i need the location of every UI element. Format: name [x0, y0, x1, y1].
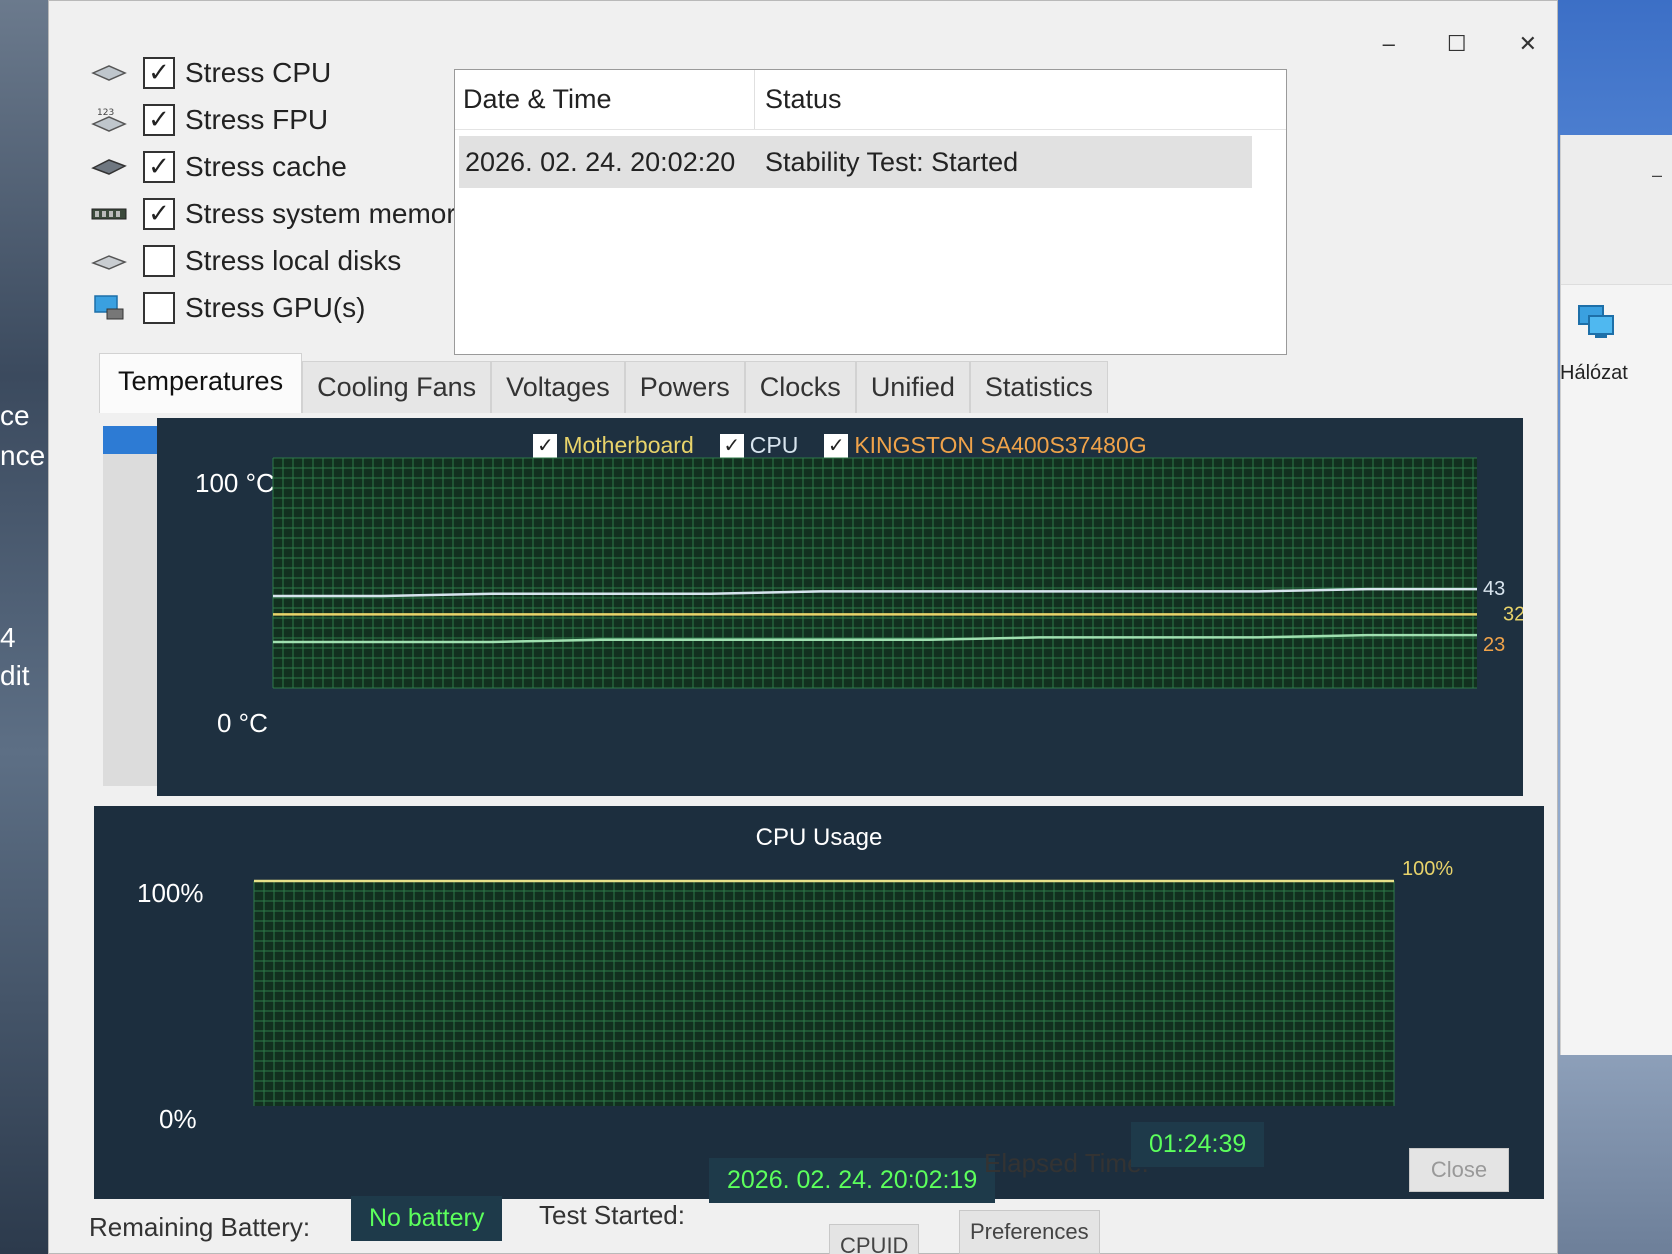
- test-started-value: 2026. 02. 24. 20:02:19: [709, 1158, 996, 1203]
- memory-icon: [89, 200, 129, 228]
- gpu-icon: [89, 294, 129, 322]
- cpu-usage-graph: 100%: [253, 858, 1453, 1106]
- stress-gpu-option[interactable]: Stress GPU(s): [89, 284, 470, 331]
- cpu-usage-chart-panel: CPU Usage 100% 0% 100%: [94, 806, 1544, 1199]
- stress-disks-label: Stress local disks: [185, 244, 402, 276]
- background-window-header: [1561, 135, 1672, 285]
- network-label[interactable]: Hálózat: [1560, 362, 1628, 385]
- desktop-icon-label: nce: [0, 440, 46, 471]
- preferences-button[interactable]: Preferences: [959, 1210, 1100, 1254]
- stress-disks-checkbox[interactable]: [143, 244, 175, 277]
- tab-clocks[interactable]: Clocks: [744, 361, 856, 413]
- desktop-background-left: ce nce 4 dit: [0, 0, 48, 1254]
- stress-memory-option[interactable]: ✓ Stress system memory: [89, 190, 470, 237]
- system-stability-test-window: – ☐ ✕ ✓ Stress CPU 123 ✓ Stress FPU ✓ St…: [48, 0, 1558, 1254]
- disk-icon: [89, 247, 129, 275]
- battery-value: No battery: [351, 1196, 503, 1241]
- stress-gpu-checkbox[interactable]: [143, 291, 175, 324]
- network-icon[interactable]: [1575, 300, 1619, 349]
- stress-cache-option[interactable]: ✓ Stress cache: [89, 143, 470, 190]
- stress-disks-option[interactable]: Stress local disks: [89, 237, 470, 284]
- tab-cooling-fans[interactable]: Cooling Fans: [302, 361, 492, 413]
- stress-cache-label: Stress cache: [185, 150, 347, 182]
- tab-powers[interactable]: Powers: [624, 361, 745, 413]
- svg-text:123: 123: [97, 108, 114, 118]
- temperature-graph: 43 32 23: [272, 457, 1523, 689]
- graph-scroll-strip[interactable]: [103, 426, 157, 786]
- stress-memory-checkbox[interactable]: ✓: [143, 197, 175, 230]
- stress-options: ✓ Stress CPU 123 ✓ Stress FPU ✓ Stress c…: [89, 49, 470, 331]
- desktop-icon-label: dit: [0, 660, 30, 691]
- sensor-tabs: Temperatures Cooling Fans Voltages Power…: [99, 353, 1108, 413]
- current-value-label: 100%: [1402, 858, 1453, 880]
- maximize-button[interactable]: ☐: [1447, 31, 1467, 57]
- stress-cpu-checkbox[interactable]: ✓: [143, 56, 175, 89]
- table-row[interactable]: 2026. 02. 24. 20:02:20 Stability Test: S…: [459, 136, 1252, 188]
- tab-unified[interactable]: Unified: [855, 361, 970, 413]
- stress-fpu-checkbox[interactable]: ✓: [143, 103, 175, 136]
- current-value-label: 23: [1483, 634, 1505, 656]
- stress-cache-checkbox[interactable]: ✓: [143, 150, 175, 183]
- minimize-button[interactable]: –: [1383, 31, 1395, 57]
- close-button[interactable]: Close: [1409, 1148, 1509, 1192]
- window-controls: – ☐ ✕: [1383, 31, 1537, 57]
- log-header-row: Date & Time Status: [455, 70, 1286, 130]
- minimize-icon[interactable]: –: [1652, 165, 1662, 186]
- stress-gpu-label: Stress GPU(s): [185, 291, 366, 323]
- elapsed-time-label: Elapsed Time:: [984, 1148, 1149, 1178]
- current-value-label: 43: [1483, 578, 1505, 600]
- close-window-button[interactable]: ✕: [1519, 31, 1537, 57]
- stress-fpu-option[interactable]: 123 ✓ Stress FPU: [89, 96, 470, 143]
- stress-memory-label: Stress system memory: [185, 197, 470, 229]
- stress-cpu-label: Stress CPU: [185, 56, 332, 88]
- background-window[interactable]: –: [1560, 135, 1672, 1055]
- cpu-icon: [89, 59, 129, 87]
- desktop-icon-label: 4: [0, 622, 16, 653]
- elapsed-time-value: 01:24:39: [1131, 1122, 1265, 1167]
- battery-label: Remaining Battery:: [89, 1212, 311, 1242]
- status-log-table[interactable]: Date & Time Status 2026. 02. 24. 20:02:2…: [454, 69, 1287, 355]
- tab-statistics[interactable]: Statistics: [969, 361, 1108, 413]
- tab-voltages[interactable]: Voltages: [491, 361, 625, 413]
- stress-fpu-label: Stress FPU: [185, 103, 329, 135]
- cache-icon: [89, 153, 129, 181]
- temperature-chart-panel: ✓ Motherboard ✓ CPU ✓ KINGSTON SA400S374…: [157, 418, 1523, 796]
- cpuid-button[interactable]: CPUID: [829, 1224, 920, 1254]
- plot-area: [273, 458, 1477, 688]
- tab-temperatures[interactable]: Temperatures: [99, 353, 303, 413]
- stress-cpu-option[interactable]: ✓ Stress CPU: [89, 49, 470, 96]
- column-header-datetime[interactable]: Date & Time: [455, 70, 755, 129]
- graph-scroll-indicator[interactable]: [103, 426, 157, 454]
- log-cell-datetime: 2026. 02. 24. 20:02:20: [465, 146, 736, 177]
- column-header-status[interactable]: Status: [755, 84, 842, 115]
- test-started-label: Test Started:: [539, 1200, 685, 1230]
- status-bar: Remaining Battery: No battery Test Start…: [49, 1122, 1559, 1254]
- current-value-label: 32: [1503, 603, 1523, 625]
- fpu-icon: 123: [89, 106, 129, 134]
- log-cell-status: Stability Test: Started: [765, 146, 1019, 177]
- desktop-icon-label: ce: [0, 400, 30, 431]
